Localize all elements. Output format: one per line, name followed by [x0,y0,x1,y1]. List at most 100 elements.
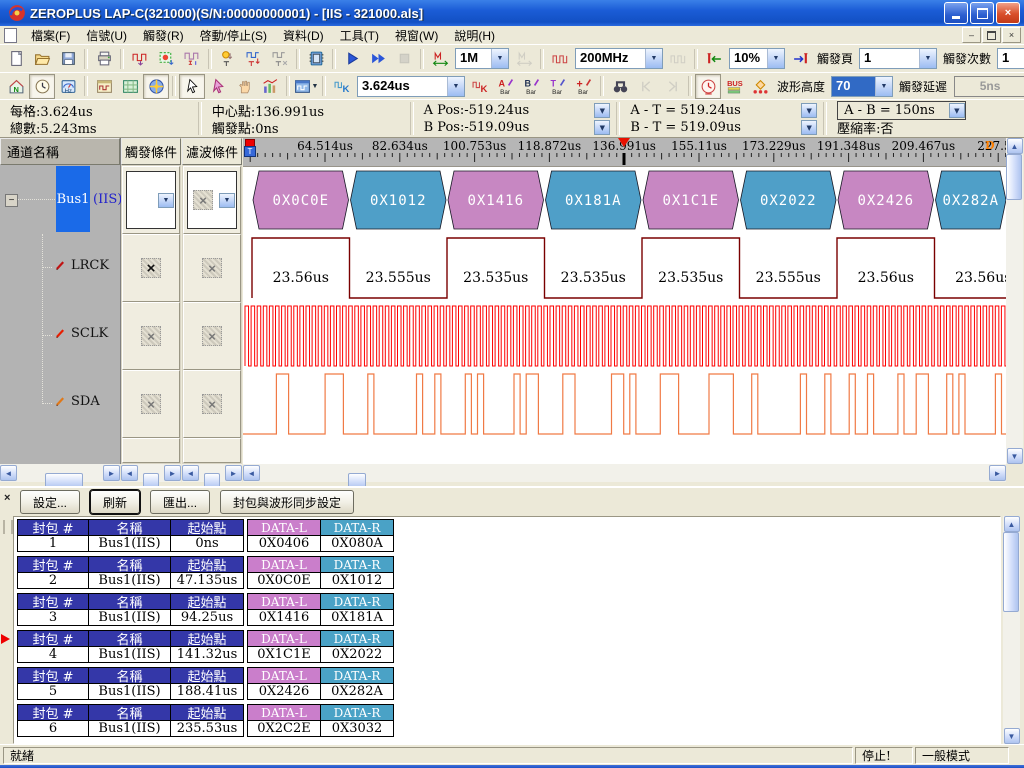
title-bar[interactable]: ZEROPLUS LAP-C(321000)(S/N:00000000001) … [0,0,1024,26]
filter-cell-2[interactable]: × [183,302,241,370]
packet-group-2[interactable]: 封包 #名稱起始點DATA-LDATA-R2Bus1(IIS)47.135us0… [17,556,1000,589]
packet-group-6[interactable]: 封包 #名稱起始點DATA-LDATA-R6Bus1(IIS)235.53us0… [17,704,1000,737]
chevron-down-icon[interactable]: ▼ [949,103,965,118]
goto-trigger-button[interactable] [701,46,727,71]
settings-button[interactable]: 設定... [20,490,80,514]
scrollbar-track[interactable] [1003,532,1020,728]
signal-edit-button[interactable] [179,46,205,71]
trigger-cell-1[interactable]: × [122,234,180,302]
chevron-down-icon[interactable]: ▼ [219,193,235,208]
scroll-left-icon[interactable]: ◄ [121,465,138,481]
frequency-display-button[interactable]: Hz [55,74,81,99]
trigger-pulse-button[interactable] [241,46,267,71]
chevron-down-icon[interactable]: ▼ [491,49,508,68]
chevron-down-icon[interactable]: ▼ [158,193,174,208]
horizontal-scrollbar[interactable]: ◄► [0,464,120,482]
chevron-down-icon[interactable]: ▼ [645,49,662,68]
minimize-button[interactable] [944,2,968,24]
t-bar-flag-icon[interactable]: T [244,146,256,157]
scroll-right-icon[interactable]: ► [103,465,120,481]
packet-group-3[interactable]: 封包 #名稱起始點DATA-LDATA-R3Bus1(IIS)94.25us0X… [17,593,1000,626]
scrollbar-track[interactable] [1006,154,1023,448]
horizontal-scrollbar[interactable]: ◄► [182,464,242,482]
channel-lrck[interactable]: LRCK [54,258,109,273]
trigger-page-combo[interactable]: 1▼ [859,48,937,69]
apply-trigger-position-button[interactable] [787,46,813,71]
scroll-right-icon[interactable]: ► [989,465,1006,481]
dont-care-icon[interactable]: × [202,326,222,346]
center-marker-icon[interactable] [618,138,630,147]
bus-module-button[interactable] [303,46,329,71]
dont-care-icon[interactable]: × [141,258,161,278]
trigger-property-button[interactable] [215,46,241,71]
packet-vertical-scrollbar[interactable]: ▲▼ [1003,516,1020,744]
time-ruler[interactable]: 64.514us82.634us100.753us118.872us136.99… [243,138,1006,167]
filter-cell-1[interactable]: × [183,234,241,302]
listing-window-button[interactable] [117,74,143,99]
sampling-view-button[interactable] [153,46,179,71]
horizontal-scrollbar[interactable]: ◄► [121,464,181,482]
find-button[interactable] [607,74,633,99]
scroll-left-icon[interactable]: ◄ [0,465,17,481]
repeated-run-button[interactable] [365,46,391,71]
select-cursor-button[interactable] [205,74,231,99]
chevron-down-icon[interactable]: ▼ [594,103,610,118]
menu-item-6[interactable]: 視窗(W) [387,28,446,44]
trigger-cell-0[interactable]: ▼ [122,166,180,234]
channel-sda[interactable]: SDA [54,394,100,409]
trigger-cell-2[interactable]: × [122,302,180,370]
close-button[interactable]: × [996,2,1020,24]
zoom-reset-button[interactable]: K [467,74,493,99]
chevron-down-icon[interactable]: ▼ [801,103,817,118]
packet-group-1[interactable]: 封包 #名稱起始點DATA-LDATA-R1Bus1(IIS)0ns0X0406… [17,519,1000,552]
scroll-up-icon[interactable]: ▲ [1004,516,1020,532]
node-branch-button[interactable] [747,74,773,99]
waveform-mode-button[interactable]: ▼ [293,74,319,99]
filter-cell-3[interactable]: × [183,370,241,438]
new-file-button[interactable] [3,46,29,71]
open-file-button[interactable] [29,46,55,71]
menu-item-3[interactable]: 啓動/停止(S) [192,28,275,44]
dont-care-icon[interactable]: × [202,394,222,414]
tree-expander[interactable]: − [5,194,18,207]
memory-depth-combo[interactable]: 1M▼ [455,48,509,69]
packet-group-4[interactable]: 封包 #名稱起始點DATA-LDATA-R4Bus1(IIS)141.32us0… [17,630,1000,663]
sample-rate-button[interactable] [547,46,573,71]
mdi-restore-button[interactable] [982,27,1001,43]
restore-button[interactable] [970,2,994,24]
pulse-time-button[interactable] [695,74,721,99]
add-bar-button[interactable]: +Bar [571,74,597,99]
menu-item-2[interactable]: 觸發(R) [135,28,192,44]
dont-care-icon[interactable]: × [141,326,161,346]
packet-group-5[interactable]: 封包 #名稱起始點DATA-LDATA-R5Bus1(IIS)188.41us0… [17,667,1000,700]
scroll-right-icon[interactable]: ► [225,465,242,481]
panel-close-button[interactable]: × [4,492,10,504]
scrollbar-thumb[interactable] [1003,532,1019,612]
scroll-up-icon[interactable]: ▲ [1007,138,1023,154]
chevron-down-icon[interactable]: ▼ [919,49,936,68]
menu-item-5[interactable]: 工具(T) [332,28,387,44]
chevron-down-icon[interactable]: ▼ [767,49,784,68]
export-button[interactable]: 匯出... [150,490,210,514]
trigger-bus-select[interactable]: ▼ [126,171,176,229]
home-view-button[interactable]: N [3,74,29,99]
scroll-left-icon[interactable]: ◄ [243,465,260,481]
time-display-button[interactable] [29,74,55,99]
filter-cell-0[interactable]: ×▼ [183,166,241,234]
vertical-scrollbar[interactable]: ▲▼ [1006,138,1023,464]
statistics-window-button[interactable] [257,74,283,99]
scroll-left-icon[interactable]: ◄ [182,465,199,481]
packet-wave-sync-button[interactable]: 封包與波形同步設定 [220,490,354,514]
chevron-down-icon[interactable]: ▼ [594,120,610,135]
wave-height-combo[interactable]: 70▼ [831,76,893,97]
chevron-down-icon[interactable]: ▼ [447,77,464,96]
save-file-button[interactable] [55,46,81,71]
zoom-scale-button[interactable]: K [329,74,355,99]
channel-sclk[interactable]: SCLK [54,326,108,341]
b-bar-button[interactable]: BBar [519,74,545,99]
sample-rate-combo[interactable]: 200MHz▼ [575,48,663,69]
waveform-canvas[interactable]: 64.514us82.634us100.753us118.872us136.99… [243,138,1006,464]
scroll-right-icon[interactable]: ► [164,465,181,481]
scrollbar-thumb[interactable] [1006,154,1022,200]
bus-setting-button[interactable]: BUS [721,74,747,99]
